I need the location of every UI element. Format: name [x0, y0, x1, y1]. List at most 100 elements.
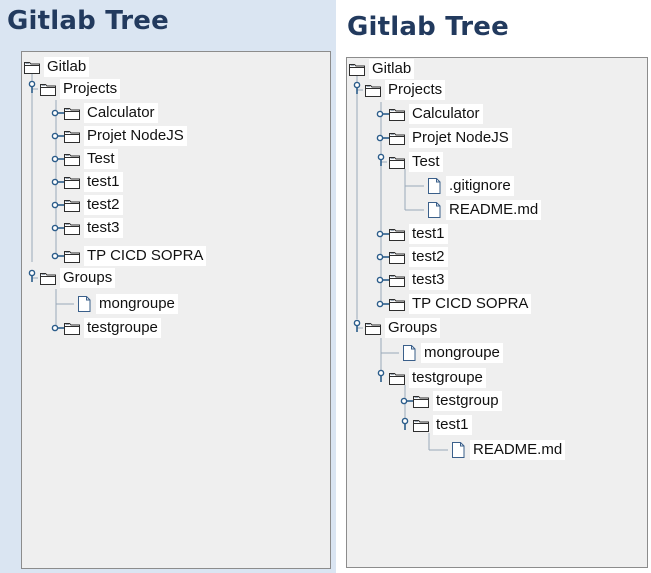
tree-node-testgroupe[interactable]: testgroupe [63, 317, 161, 339]
folder-icon [412, 416, 430, 434]
tree-node-label: test1 [409, 224, 448, 244]
folder-icon [63, 173, 81, 191]
tree-node-groups[interactable]: Groups [364, 317, 441, 339]
tree-node-projects[interactable]: Projects [364, 79, 446, 101]
tree-node-label: TP CICD SOPRA [409, 294, 532, 314]
tree-node-label: testgroup [433, 391, 502, 411]
tree-node-label: Test [84, 149, 118, 169]
folder-icon [388, 271, 406, 289]
tree-node-calculator[interactable]: Calculator [63, 102, 158, 124]
tree-node-label: mongroupe [421, 343, 503, 363]
folder-icon [388, 129, 406, 147]
tree-node-label: Groups [60, 268, 116, 288]
folder-icon [63, 150, 81, 168]
expanded-handle-icon[interactable] [26, 269, 38, 283]
folder-icon [39, 269, 57, 287]
tree-node-test2[interactable]: test2 [388, 246, 448, 268]
folder-icon [63, 104, 81, 122]
file-icon [400, 344, 418, 362]
tree-node-label: Test [409, 152, 443, 172]
tree-node-label: .gitignore [446, 176, 514, 196]
tree-node-testgroup[interactable]: testgroup [412, 390, 502, 412]
tree-node-label: test2 [409, 247, 448, 267]
tree-node-group-readme[interactable]: README.md [449, 439, 566, 461]
expanded-handle-icon[interactable] [375, 369, 387, 383]
folder-icon [39, 80, 57, 98]
panel-title: Gitlab Tree [7, 6, 169, 36]
gitlab-tree[interactable]: Gitlab Projects Calculator Projet NodeJS… [346, 57, 648, 568]
tree-node-label: testgroupe [409, 368, 486, 388]
tree-node-label: README.md [446, 200, 542, 220]
file-icon [425, 177, 443, 195]
tree-node-gitignore[interactable]: .gitignore [425, 175, 514, 197]
folder-icon [388, 153, 406, 171]
folder-icon [348, 60, 366, 78]
tree-node-readme[interactable]: README.md [425, 199, 542, 221]
tree-node-label: Projects [385, 80, 446, 100]
tree-node-projet-nodejs[interactable]: Projet NodeJS [63, 125, 187, 147]
expanded-handle-icon[interactable] [26, 80, 38, 94]
tree-node-label: test3 [409, 270, 448, 290]
folder-icon [23, 58, 41, 76]
tree-node-test[interactable]: Test [63, 148, 118, 170]
tree-node-label: Gitlab [44, 57, 90, 77]
tree-node-test[interactable]: Test [388, 151, 443, 173]
folder-icon [63, 196, 81, 214]
tree-node-test1[interactable]: test1 [63, 171, 123, 193]
tree-node-mongroupe[interactable]: mongroupe [400, 342, 503, 364]
tree-node-label: Projects [60, 79, 121, 99]
tree-node-label: Groups [385, 318, 441, 338]
left-panel: Gitlab Tree Gitlab Projects Calculator P… [0, 0, 336, 573]
tree-node-test1[interactable]: test1 [388, 223, 448, 245]
tree-node-test3[interactable]: test3 [388, 269, 448, 291]
folder-icon [364, 81, 382, 99]
folder-icon [388, 225, 406, 243]
tree-node-label: Calculator [84, 103, 158, 123]
folder-icon [412, 392, 430, 410]
expanded-handle-icon[interactable] [399, 417, 411, 431]
tree-node-label: README.md [470, 440, 566, 460]
tree-node-label: TP CICD SOPRA [84, 246, 207, 266]
panel-title: Gitlab Tree [347, 12, 509, 42]
tree-node-label: Projet NodeJS [84, 126, 187, 146]
tree-node-label: test1 [84, 172, 123, 192]
expanded-handle-icon[interactable] [351, 319, 363, 333]
folder-icon [63, 127, 81, 145]
tree-node-mongroupe[interactable]: mongroupe [75, 293, 178, 315]
tree-node-label: Projet NodeJS [409, 128, 512, 148]
tree-node-tp-cicd-sopra[interactable]: TP CICD SOPRA [388, 293, 532, 315]
tree-node-group-test1[interactable]: test1 [412, 414, 472, 436]
tree-node-tp-cicd-sopra[interactable]: TP CICD SOPRA [63, 245, 207, 267]
tree-node-label: testgroupe [84, 318, 161, 338]
folder-icon [63, 319, 81, 337]
folder-icon [364, 319, 382, 337]
file-icon [449, 441, 467, 459]
tree-node-calculator[interactable]: Calculator [388, 103, 483, 125]
folder-icon [63, 247, 81, 265]
expanded-handle-icon[interactable] [351, 81, 363, 95]
tree-node-gitlab[interactable]: Gitlab [348, 58, 415, 80]
tree-node-label: test2 [84, 195, 123, 215]
tree-node-label: Calculator [409, 104, 483, 124]
file-icon [425, 201, 443, 219]
tree-node-label: Gitlab [369, 59, 415, 79]
tree-node-projet-nodejs[interactable]: Projet NodeJS [388, 127, 512, 149]
expanded-handle-icon[interactable] [375, 153, 387, 167]
tree-node-label: test1 [433, 415, 472, 435]
folder-icon [388, 105, 406, 123]
folder-icon [388, 248, 406, 266]
tree-node-test2[interactable]: test2 [63, 194, 123, 216]
tree-node-groups[interactable]: Groups [39, 267, 116, 289]
tree-node-gitlab[interactable]: Gitlab [23, 56, 90, 78]
folder-icon [388, 369, 406, 387]
gitlab-tree[interactable]: Gitlab Projects Calculator Projet NodeJS… [21, 51, 331, 569]
folder-icon [63, 219, 81, 237]
tree-node-label: test3 [84, 218, 123, 238]
tree-node-label: mongroupe [96, 294, 178, 314]
tree-node-test3[interactable]: test3 [63, 217, 123, 239]
folder-icon [388, 295, 406, 313]
tree-node-projects[interactable]: Projects [39, 78, 121, 100]
tree-node-testgroupe[interactable]: testgroupe [388, 367, 486, 389]
right-panel: Gitlab Tree Gitlab Projects Calculator P… [340, 0, 651, 573]
file-icon [75, 295, 93, 313]
